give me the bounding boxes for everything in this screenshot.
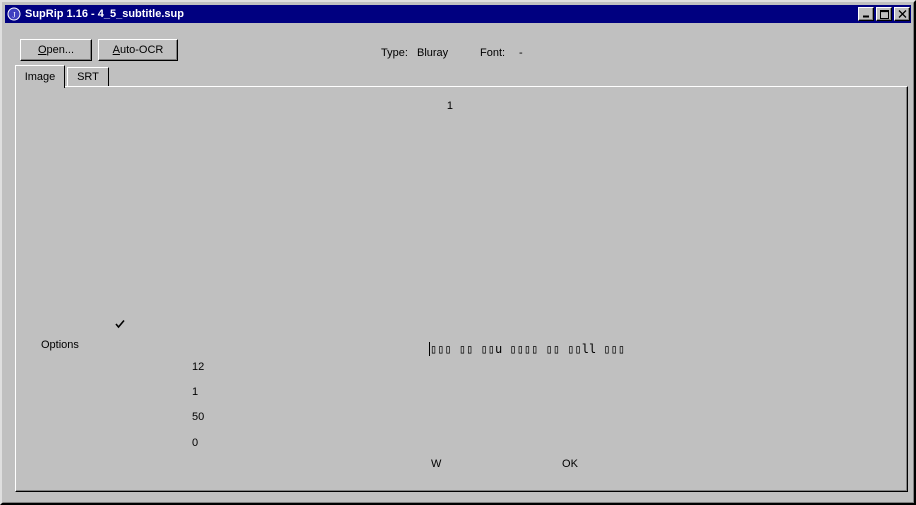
text-caret: [429, 342, 430, 356]
maximize-button[interactable]: [876, 7, 892, 21]
type-label: Type:: [381, 47, 408, 59]
tab-srt[interactable]: SRT: [67, 67, 109, 87]
type-value: Bluray: [417, 47, 449, 59]
similarity-tolerance-value: 50: [192, 410, 205, 423]
auto-ocr-accel: A: [112, 44, 120, 56]
auto-ocr-button[interactable]: Auto-OCR: [98, 39, 178, 61]
minimize-button[interactable]: [858, 7, 874, 21]
tab-image[interactable]: Image: [15, 65, 65, 88]
tab-image-label: Image: [24, 71, 56, 83]
open-accel: O: [37, 44, 47, 56]
window-title: SupRip 1.16 - 4_5_subtitle.sup: [25, 8, 184, 20]
options-group-label: Options: [38, 339, 82, 351]
auto-continue-checkbox[interactable]: [113, 317, 126, 330]
open-button-label-rest: pen...: [46, 44, 75, 56]
ocr-output-text: ▯▯▯ ▯▯ ▯▯u ▯▯▯▯ ▯▯ ▯▯ll ▯▯▯: [430, 342, 626, 356]
ok-label: OK: [562, 457, 578, 470]
font-value: -: [519, 47, 523, 59]
app-window: J SupRip 1.16 - 4_5_subtitle.sup Open...…: [0, 0, 916, 505]
close-icon: [898, 10, 906, 18]
auto-ocr-label-rest: uto-OCR: [119, 44, 164, 56]
svg-text:J: J: [12, 11, 15, 20]
close-button[interactable]: [894, 7, 910, 21]
font-label: Font:: [480, 47, 506, 59]
contrast-value: 0: [192, 436, 199, 449]
page-number-value: 1: [446, 100, 453, 112]
app-icon: J: [6, 7, 22, 21]
minimize-icon: [863, 15, 869, 18]
maximize-icon: [879, 9, 889, 19]
tab-srt-label: SRT: [77, 71, 99, 83]
open-button[interactable]: Open...: [20, 39, 92, 61]
checkmark-icon: [115, 319, 125, 329]
title-bar[interactable]: J SupRip 1.16 - 4_5_subtitle.sup: [5, 5, 911, 23]
space-width-value: 12: [192, 360, 205, 373]
window-controls: [858, 7, 911, 21]
tab-page-image: [15, 86, 908, 492]
character-input-value: W: [431, 457, 442, 470]
split-tolerance-value: 1: [192, 385, 199, 398]
